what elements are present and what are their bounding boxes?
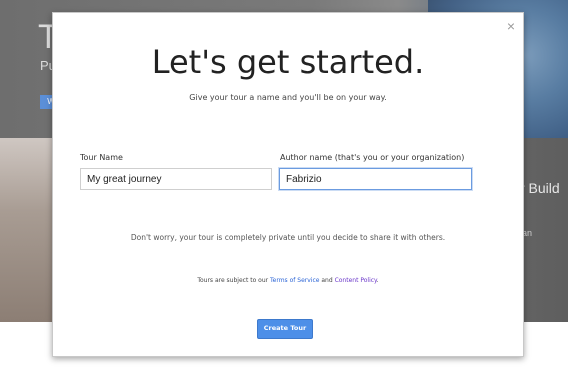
close-icon[interactable]: × <box>507 19 515 33</box>
tour-name-input[interactable] <box>80 168 272 190</box>
tour-name-label: Tour Name <box>80 153 123 162</box>
create-tour-button[interactable]: Create Tour <box>257 319 313 339</box>
dialog-title: Let's get started. <box>151 43 425 81</box>
terms-and: and <box>319 277 335 284</box>
terms-of-service-link[interactable]: Terms of Service <box>270 277 319 284</box>
terms-suffix: . <box>376 277 379 284</box>
privacy-notice: Don't worry, your tour is completely pri… <box>130 233 446 242</box>
author-name-label: Author name (that's you or your organiza… <box>280 153 465 162</box>
dialog-subtitle: Give your tour a name and you'll be on y… <box>189 93 387 102</box>
create-tour-dialog: × Let's get started. Give your tour a na… <box>52 12 524 357</box>
author-name-input[interactable] <box>279 168 472 190</box>
terms-prefix: Tours are subject to our <box>197 277 270 284</box>
background-photo <box>0 138 54 322</box>
background-right-text: r Build <box>520 180 560 196</box>
terms-notice: Tours are subject to our Terms of Servic… <box>53 277 523 284</box>
content-policy-link[interactable]: Content Policy <box>335 277 377 284</box>
